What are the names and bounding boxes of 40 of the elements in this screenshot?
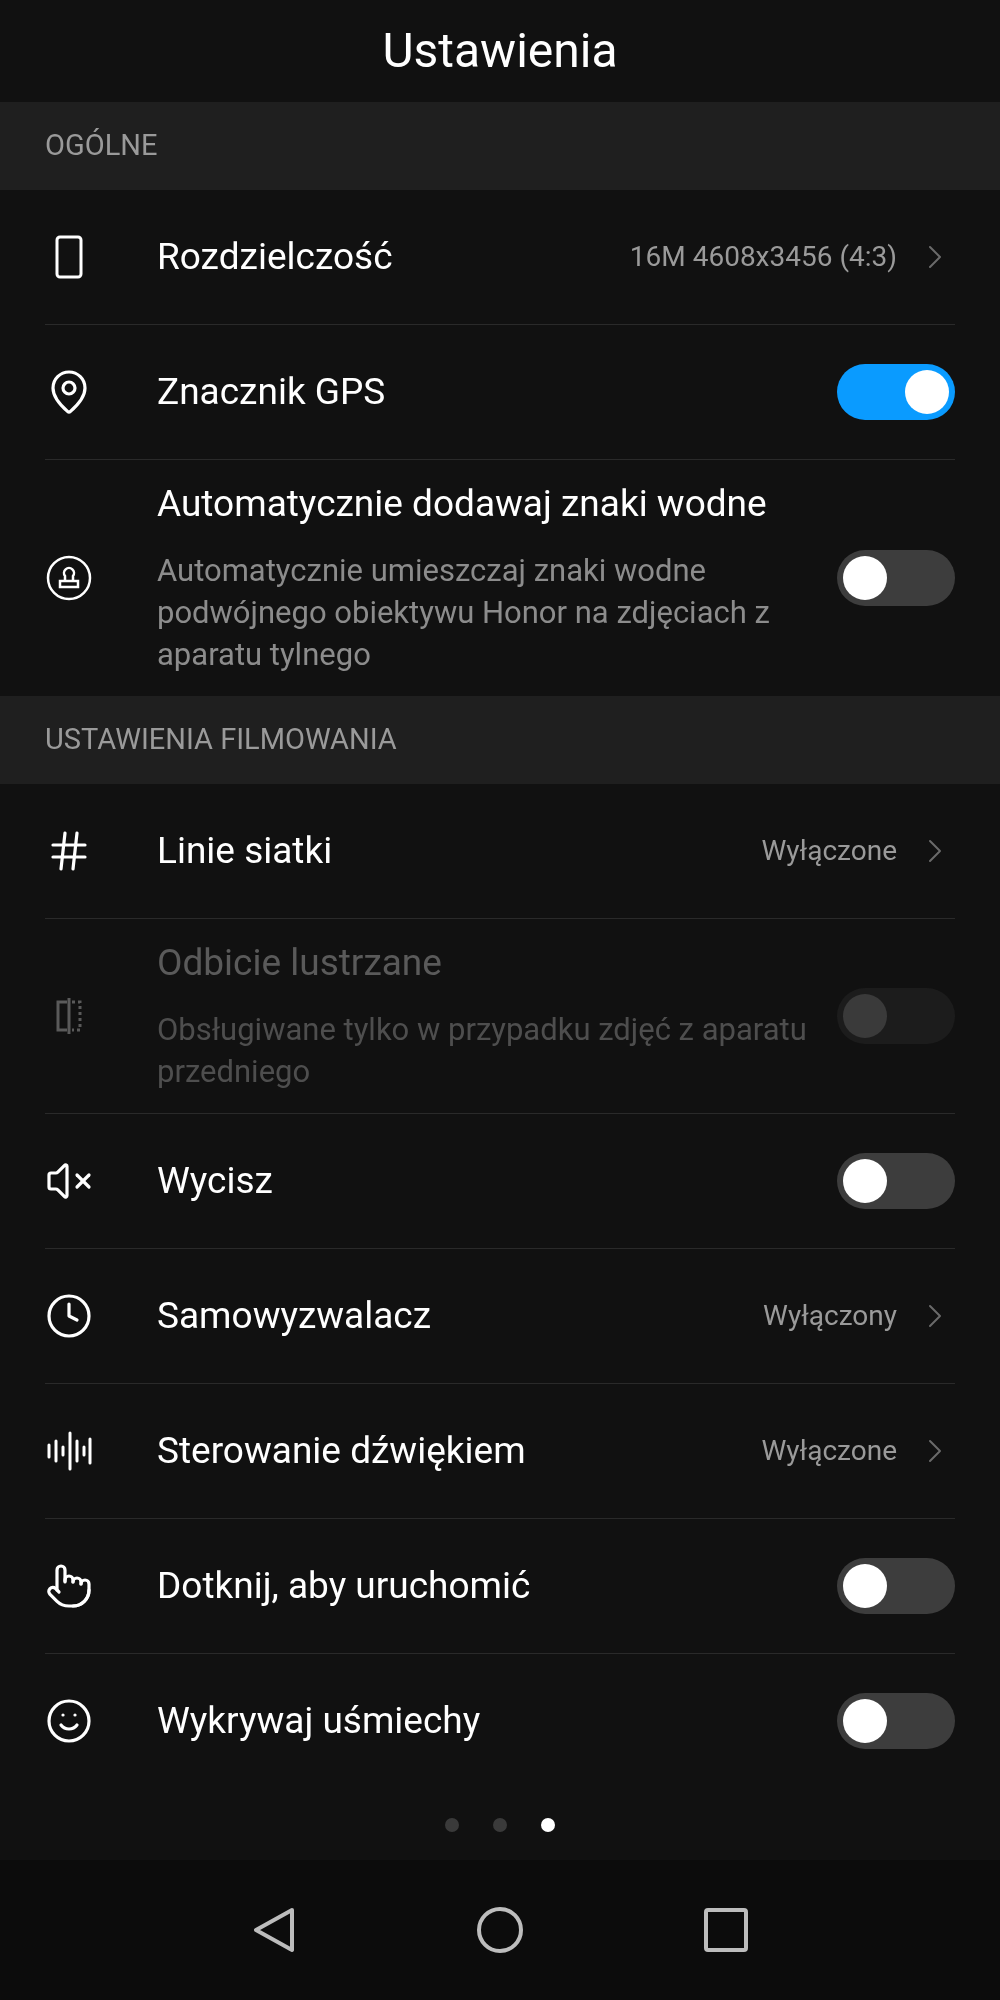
stamp-icon <box>45 554 93 602</box>
section-header: OGÓLNE <box>0 102 1000 190</box>
setting-description: Automatycznie umieszczaj znaki wodne podwójnego obiektywu Honor na zdjęciach z aparatu tylnego <box>157 551 771 675</box>
setting-description: Obsługiwane tylko w przypadku zdjęć z aparatu przedniego <box>157 1010 808 1092</box>
clock-icon <box>45 1292 93 1340</box>
touch-icon <box>45 1562 93 1610</box>
setting-value: Wyłączone <box>761 833 897 869</box>
setting-title: Sterowanie dźwiękiem <box>157 1428 527 1474</box>
toggle-switch[interactable] <box>837 550 955 606</box>
setting-title: Dotknij, aby uruchomić <box>157 1563 532 1609</box>
setting-title: Wykrywaj uśmiechy <box>157 1698 482 1744</box>
setting-title: Automatycznie dodawaj znaki wodne <box>157 481 768 527</box>
setting-title: Linie siatki <box>157 828 334 874</box>
settings-row[interactable]: Znacznik GPS <box>0 325 1000 459</box>
toggle-switch[interactable] <box>837 364 955 420</box>
settings-row[interactable]: Wycisz <box>0 1114 1000 1248</box>
settings-row[interactable]: Samowyzwalacz Wyłączony <box>0 1249 1000 1383</box>
setting-value: Wyłączone <box>761 1433 897 1469</box>
settings-row[interactable]: Dotknij, aby uruchomić <box>0 1519 1000 1653</box>
toggle-switch[interactable] <box>837 1153 955 1209</box>
settings-row[interactable]: Linie siatki Wyłączone <box>0 784 1000 918</box>
settings-row[interactable]: Sterowanie dźwiękiem Wyłączone <box>0 1384 1000 1518</box>
setting-title: Znacznik GPS <box>157 369 387 415</box>
setting-title: Odbicie lustrzane <box>157 940 443 986</box>
toggle-switch[interactable] <box>837 1558 955 1614</box>
setting-value: 16M 4608x3456 (4:3) <box>629 239 897 275</box>
section-header: USTAWIENIA FILMOWANIA <box>0 696 1000 784</box>
smile-icon <box>45 1697 93 1745</box>
setting-value: Wyłączony <box>763 1298 897 1334</box>
settings-row[interactable]: Wykrywaj uśmiechy <box>0 1654 1000 1788</box>
settings-row[interactable]: Automatycznie dodawaj znaki wodne Automatycznie umieszczaj znaki wodne podwójnego obiektywu Honor na zdjęciach z aparatu tylnego <box>0 460 1000 696</box>
setting-title: Wycisz <box>157 1158 274 1204</box>
toggle-switch[interactable] <box>837 1693 955 1749</box>
home-icon[interactable] <box>476 1906 524 1954</box>
setting-title: Samowyzwalacz <box>157 1293 433 1339</box>
settings-row[interactable]: Rozdzielczość 16M 4608x3456 (4:3) <box>0 190 1000 324</box>
screen-title: Ustawienia <box>382 21 618 81</box>
back-icon[interactable] <box>252 1906 296 1954</box>
recent-apps-icon[interactable] <box>704 1908 748 1952</box>
setting-title: Rozdzielczość <box>157 234 394 280</box>
